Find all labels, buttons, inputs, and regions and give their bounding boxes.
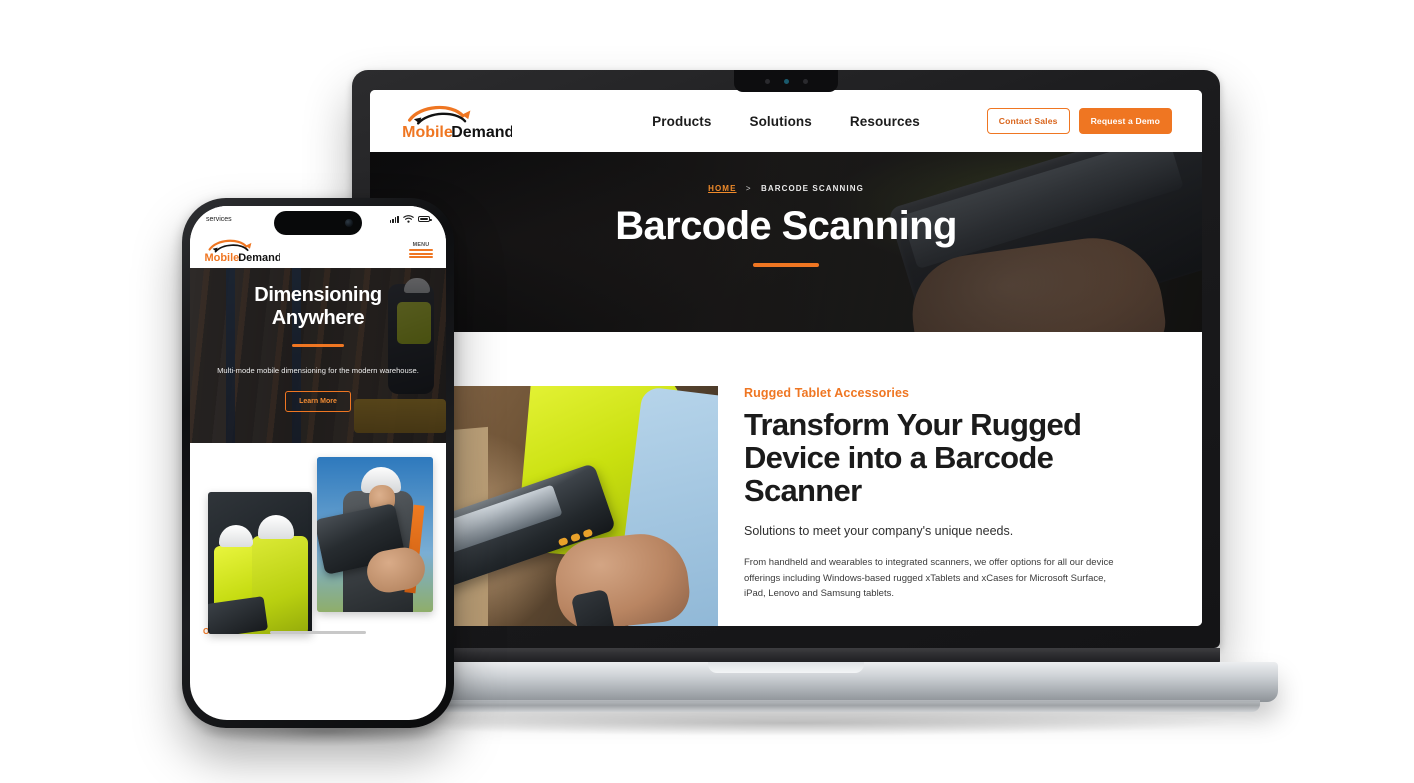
laptop-mockup: Mobile Demand Products Solutions Resourc… [294,70,1278,736]
front-camera-icon [345,219,353,227]
product-image-rugged-device[interactable] [317,457,433,612]
phone-site-header: Mobile Demand MENU [190,232,446,268]
content-body: From handheld and wearables to integrate… [744,557,1114,600]
svg-text:Demand: Demand [238,252,280,263]
breadcrumb-home-link[interactable]: HOME [708,184,736,193]
hamburger-icon-line-3 [409,256,433,259]
request-demo-button[interactable]: Request a Demo [1078,108,1172,134]
content-subhead: Solutions to meet your company's unique … [744,524,1014,539]
site-header: Mobile Demand Products Solutions Resourc… [370,90,1202,152]
nav-item-products[interactable]: Products [652,114,711,129]
main-navigation: Products Solutions Resources [652,114,920,129]
phone-hero-title: Dimensioning Anywhere [212,284,424,330]
home-indicator[interactable] [270,630,366,634]
dynamic-island [274,211,362,235]
phone-screen: services Mobile Demand MENU Dimensioning… [190,206,446,720]
webcam-sensor-icon [764,78,770,84]
hero-banner: HOME > BARCODE SCANNING Barcode Scanning [370,152,1202,332]
phone-hero-title-line-2: Anywhere [271,306,365,329]
product-image-workers-tablet[interactable] [208,492,312,634]
phone-products-section: Our Products [190,443,446,643]
webcam-led-icon [783,78,789,84]
nav-item-solutions[interactable]: Solutions [749,114,811,129]
menu-label: MENU [412,241,430,248]
svg-text:Mobile: Mobile [204,252,239,263]
hamburger-icon-line-1 [409,249,433,252]
learn-more-button[interactable]: Learn More [285,391,351,413]
laptop-screen: Mobile Demand Products Solutions Resourc… [370,90,1202,626]
content-headline: Transform Your Rugged Device into a Barc… [744,407,1082,509]
cellular-signal-icon [389,215,399,223]
laptop-lid: Mobile Demand Products Solutions Resourc… [352,70,1220,648]
content-section: Rugged Tablet Accessories Transform Your… [370,332,1202,626]
svg-text:Demand: Demand [451,124,512,140]
phone-site-logo[interactable]: Mobile Demand [203,237,280,263]
phone-title-underline-accent [292,343,344,347]
carrier-label: services [206,215,232,223]
svg-text:Mobile: Mobile [402,124,453,140]
site-logo[interactable]: Mobile Demand [400,102,512,140]
breadcrumb-separator: > [745,184,752,193]
contact-sales-button[interactable]: Contact Sales [986,108,1070,134]
hamburger-menu-button[interactable]: MENU [409,242,433,259]
content-eyebrow: Rugged Tablet Accessories [744,386,910,400]
header-cta-group: Contact Sales Request a Demo [986,108,1172,134]
hamburger-icon-line-2 [409,252,433,255]
webcam-lens-icon [802,78,808,84]
breadcrumb-current: BARCODE SCANNING [760,184,864,193]
phone-frame: services Mobile Demand MENU Dimensioning… [182,198,454,728]
battery-icon [418,216,432,222]
mobiledemand-logo-icon: Mobile Demand [204,239,280,263]
phone-mockup: services Mobile Demand MENU Dimensioning… [182,198,454,728]
laptop-webcam [734,70,838,92]
page-title: Barcode Scanning [615,204,957,248]
title-underline-accent [753,263,819,267]
mockup-stage: Mobile Demand Products Solutions Resourc… [0,0,1414,783]
phone-hero-banner: Dimensioning Anywhere Multi-mode mobile … [190,268,446,443]
laptop-base-notch [708,662,864,673]
phone-hero-title-line-1: Dimensioning [254,284,382,306]
wifi-icon [403,215,414,223]
mobiledemand-logo-icon: Mobile Demand [402,105,512,140]
laptop-shadow [342,710,1242,736]
breadcrumb: HOME > BARCODE SCANNING [370,184,1202,193]
nav-item-resources[interactable]: Resources [850,114,920,129]
phone-hero-subtitle: Multi-mode mobile dimensioning for the m… [217,365,419,375]
content-text-block: Rugged Tablet Accessories Transform Your… [718,386,1202,626]
